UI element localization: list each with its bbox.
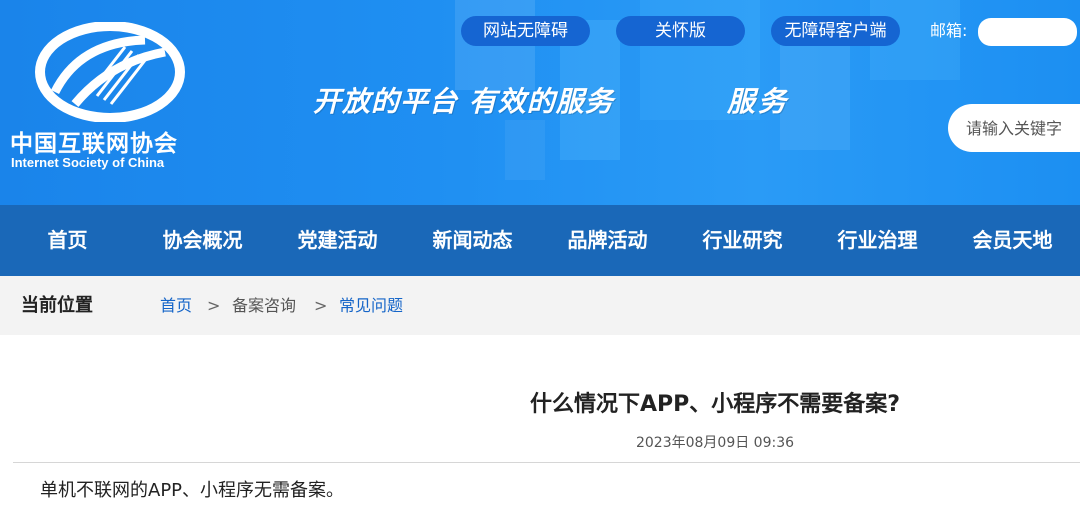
breadcrumb-faq-link[interactable]: 常见问题	[339, 276, 403, 335]
slogan-text: 开放的平台 有效的服务	[313, 85, 614, 118]
breadcrumb: 当前位置 首页 > 备案咨询 > 常见问题	[0, 276, 1080, 335]
breadcrumb-separator: >	[207, 296, 221, 315]
article-date: 2023年08月09日 09:36	[635, 435, 795, 451]
divider	[13, 462, 1080, 463]
article-title: 什么情况下APP、小程序不需要备案?	[529, 392, 901, 417]
search-input[interactable]	[948, 104, 1080, 152]
logo-chinese-name: 中国互联网协会	[10, 131, 178, 157]
nav-item-governance[interactable]: 行业治理	[810, 205, 945, 276]
logo-english-name: Internet Society of China	[11, 155, 165, 170]
isc-logo-icon	[35, 22, 185, 122]
elderly-care-version-link[interactable]: 关怀版	[616, 16, 745, 46]
breadcrumb-label: 当前位置	[21, 295, 93, 316]
site-header: 中国互联网协会 Internet Society of China 网站无障碍 …	[0, 0, 1080, 205]
nav-item-members[interactable]: 会员天地	[945, 205, 1080, 276]
breadcrumb-separator: >	[314, 296, 328, 315]
header-decoration	[505, 120, 545, 180]
mail-label: 邮箱:	[930, 21, 968, 40]
nav-item-party-building[interactable]: 党建活动	[270, 205, 405, 276]
main-nav: 首页 协会概况 党建活动 新闻动态 品牌活动 行业研究 行业治理 会员天地	[0, 205, 1080, 276]
breadcrumb-home-link[interactable]: 首页	[160, 276, 192, 335]
nav-item-brand-events[interactable]: 品牌活动	[540, 205, 675, 276]
nav-item-news[interactable]: 新闻动态	[405, 205, 540, 276]
nav-item-about[interactable]: 协会概况	[135, 205, 270, 276]
site-logo[interactable]: 中国互联网协会 Internet Society of China	[10, 22, 210, 182]
slogan-text-secondary: 服务	[727, 85, 790, 118]
header-decoration	[780, 40, 850, 150]
breadcrumb-filing-link[interactable]: 备案咨询	[232, 276, 296, 335]
accessibility-client-link[interactable]: 无障碍客户端	[771, 16, 900, 46]
article-body: 单机不联网的APP、小程序无需备案。	[40, 480, 345, 501]
accessibility-link[interactable]: 网站无障碍	[461, 16, 590, 46]
mail-input[interactable]	[978, 18, 1077, 46]
nav-item-home[interactable]: 首页	[0, 205, 135, 276]
nav-item-research[interactable]: 行业研究	[675, 205, 810, 276]
